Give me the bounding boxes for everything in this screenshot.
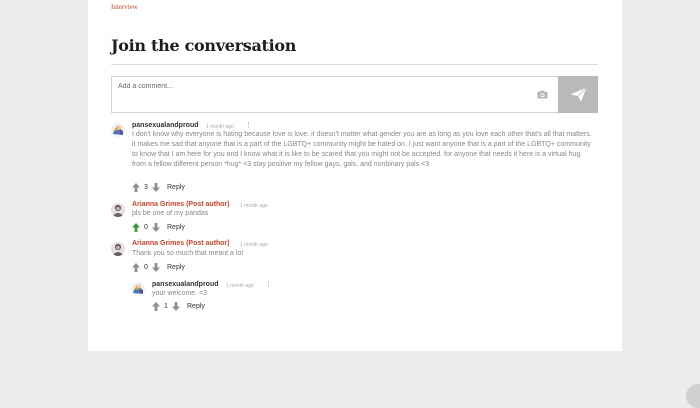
camera-icon[interactable]: [537, 90, 548, 99]
comment-form: [111, 76, 558, 113]
comment-input[interactable]: [118, 83, 518, 90]
downvote-icon[interactable]: [152, 223, 160, 232]
vote-controls: 0 Reply: [132, 263, 192, 273]
upvote-icon[interactable]: [132, 183, 140, 192]
avatar: [111, 242, 125, 256]
comment-text: Thank you so much that meant a lot: [132, 250, 244, 257]
downvote-icon[interactable]: [152, 263, 160, 272]
upvote-icon[interactable]: [132, 223, 140, 232]
comment-author[interactable]: Arianna Grimes (Post author): [132, 240, 230, 247]
vote-count: 3: [144, 184, 148, 191]
comment-options-button[interactable]: ⋮: [245, 122, 252, 129]
avatar: [111, 123, 125, 137]
divider: [111, 64, 598, 65]
send-button[interactable]: [558, 76, 598, 113]
downvote-icon[interactable]: [172, 302, 180, 311]
comment-author[interactable]: Arianna Grimes (Post author): [132, 201, 230, 208]
floating-action-button[interactable]: [686, 384, 700, 408]
reply-button[interactable]: Reply: [167, 184, 185, 191]
section-heading: Join the conversation: [111, 36, 297, 55]
vote-controls: 3 Reply: [132, 183, 192, 193]
comment-options-button[interactable]: ⋮: [265, 281, 272, 288]
vote-count: 0: [144, 264, 148, 271]
downvote-icon[interactable]: [152, 183, 160, 192]
article-category-link[interactable]: Interview: [111, 3, 138, 11]
send-icon: [570, 87, 587, 102]
reply-button[interactable]: Reply: [167, 224, 185, 231]
comment-text: pls be one of my pandas: [132, 210, 209, 217]
vote-controls: 0 Reply: [132, 223, 192, 233]
upvote-icon[interactable]: [132, 263, 140, 272]
vote-count: 0: [144, 224, 148, 231]
avatar: [111, 203, 125, 217]
upvote-icon[interactable]: [152, 302, 160, 311]
comment-author[interactable]: pansexualandproud: [132, 122, 199, 129]
avatar: [131, 282, 145, 296]
vote-count: 1: [164, 303, 168, 310]
reply-button[interactable]: Reply: [167, 264, 185, 271]
vote-controls: 1 Reply: [152, 302, 212, 312]
reply-button[interactable]: Reply: [187, 303, 205, 310]
comment-author[interactable]: pansexualandproud: [152, 281, 219, 288]
comment-text: I don't know why everyone is hating beca…: [132, 131, 592, 168]
comment-text: your welcome. <3: [152, 290, 208, 297]
comment-timestamp: 1 month ago: [240, 242, 268, 248]
